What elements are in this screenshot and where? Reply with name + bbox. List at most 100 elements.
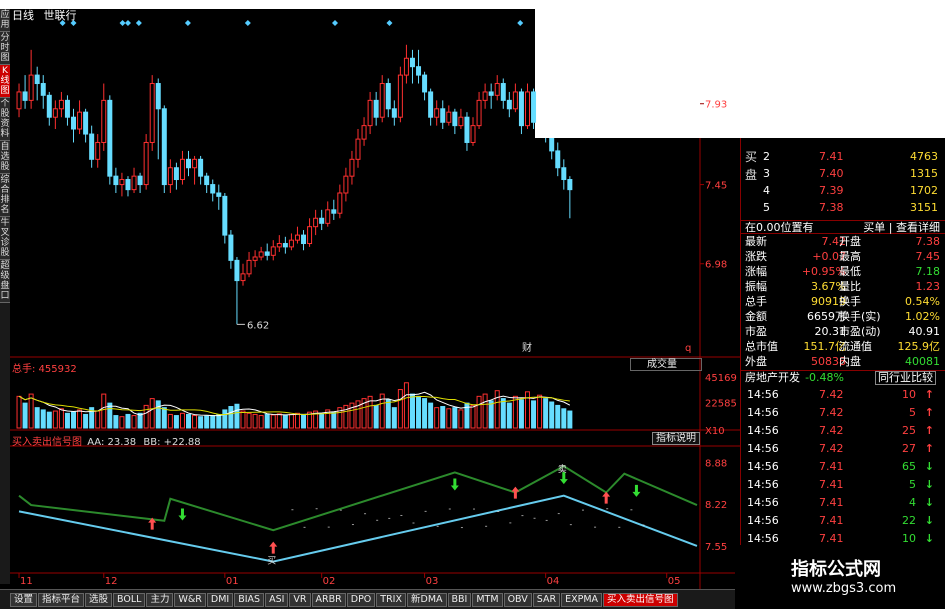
- indicator-help-button[interactable]: 指标说明: [652, 432, 700, 445]
- signal-dot: [291, 509, 294, 511]
- volume-bar: [149, 398, 155, 429]
- left-tab-3[interactable]: 个股资料: [0, 98, 10, 141]
- volume-bar: [422, 398, 428, 429]
- candle: [452, 108, 458, 135]
- volume-bar: [294, 412, 300, 429]
- tick-price: 7.42: [819, 424, 844, 437]
- bottom-tab-9[interactable]: VR: [289, 592, 311, 607]
- signal-dot: [351, 524, 354, 526]
- bottom-tab-4[interactable]: 主力: [146, 592, 174, 607]
- quote-label: 涨跌: [745, 250, 767, 263]
- bottom-tab-8[interactable]: ASI: [265, 592, 289, 607]
- candle: [22, 75, 28, 109]
- watermark: 指标公式网 www.zbgs3.com: [735, 545, 945, 609]
- volume-bar: [28, 393, 34, 429]
- volume-bar: [216, 413, 222, 429]
- candle: [458, 108, 464, 129]
- left-tab-4[interactable]: 自选股: [0, 141, 10, 174]
- volume-bar: [512, 395, 518, 429]
- candle: [428, 88, 434, 126]
- volume-bar: [518, 399, 524, 429]
- candle: [506, 91, 512, 118]
- volume-bar: [331, 411, 337, 429]
- bottom-tab-17[interactable]: SAR: [532, 592, 561, 607]
- date-tick-label: 02: [323, 576, 336, 587]
- tick-volume: 5: [909, 478, 916, 491]
- sell-arrow-icon: [632, 484, 641, 497]
- volume-dropdown[interactable]: 成交量: [630, 358, 702, 371]
- candle: [440, 100, 446, 129]
- left-tab-7[interactable]: 超级盘口: [0, 260, 10, 303]
- industry-compare-button[interactable]: 同行业比较: [875, 371, 936, 385]
- tick-volume: 5: [909, 406, 916, 419]
- bottom-tab-2[interactable]: 选股: [85, 592, 113, 607]
- position-link[interactable]: 买单 | 查看详细: [863, 221, 940, 235]
- bottom-tab-13[interactable]: 新DMA: [407, 592, 447, 607]
- candle: [373, 91, 379, 126]
- volume-bar: [46, 411, 52, 429]
- candle: [482, 83, 488, 109]
- tick-volume: 4: [909, 496, 916, 509]
- volume-bar: [543, 398, 549, 429]
- bottom-tab-3[interactable]: BOLL: [113, 592, 146, 607]
- quote-row: 外盘 50838 内盘 40081: [741, 355, 945, 369]
- bottom-tab-15[interactable]: MTM: [472, 592, 503, 607]
- bottom-tab-16[interactable]: OBV: [503, 592, 532, 607]
- candle: [464, 112, 470, 151]
- left-tab-5[interactable]: 综合排名: [0, 174, 10, 217]
- bottom-tab-5[interactable]: W&R: [174, 592, 206, 607]
- order-level: 3: [763, 167, 770, 180]
- tick-row: 14:56 7.42 27 ↑: [741, 442, 945, 456]
- candle: [234, 257, 240, 325]
- left-tab-6[interactable]: 牛叉诊股: [0, 217, 10, 260]
- candle: [64, 95, 70, 126]
- candle: [125, 176, 131, 197]
- bottom-tab-12[interactable]: TRIX: [376, 592, 406, 607]
- bottom-tab-1[interactable]: 指标平台: [38, 592, 85, 607]
- signal-diamond-icon: [517, 20, 524, 26]
- bottom-tab-18[interactable]: EXPMA: [561, 592, 603, 607]
- bottom-tab-19[interactable]: 买入卖出信号图: [603, 592, 678, 607]
- candle: [149, 75, 155, 151]
- left-tab-2[interactable]: K线图: [0, 65, 10, 98]
- quote-label: 振幅: [745, 280, 767, 293]
- tick-volume: 65: [902, 460, 916, 473]
- candle: [258, 246, 264, 261]
- sell-signal-label: 卖: [558, 464, 567, 475]
- volume-total-label: 总手: 455932: [12, 364, 77, 375]
- bottom-tab-10[interactable]: ARBR: [311, 592, 346, 607]
- volume-bar: [246, 412, 252, 429]
- left-tab-1[interactable]: 分时图: [0, 32, 10, 65]
- bottom-tab-11[interactable]: DPO: [346, 592, 376, 607]
- bottom-tab-7[interactable]: BIAS: [234, 592, 265, 607]
- industry-row: 房地产开发 -0.48% 同行业比较: [741, 370, 945, 385]
- candle: [113, 167, 119, 193]
- volume-bar: [276, 413, 282, 429]
- tick-row: 14:56 7.42 25 ↑: [741, 424, 945, 438]
- candle: [301, 230, 307, 251]
- indicator-tick-label: 8.88: [705, 458, 727, 469]
- arrow-down-icon: ↓: [924, 460, 934, 473]
- volume-bar: [301, 414, 307, 429]
- volume-bar: [131, 415, 137, 429]
- bottom-tab-0[interactable]: 设置: [10, 592, 38, 607]
- quote-value: 7.38: [915, 235, 941, 248]
- indicator-bb: BB: +22.88: [143, 437, 201, 448]
- indicator-title: 买入卖出信号图: [12, 437, 82, 448]
- candle: [161, 105, 167, 193]
- candle: [403, 44, 409, 84]
- quote-value: 125.9亿: [897, 340, 941, 353]
- left-tab-0[interactable]: 应用: [0, 9, 10, 32]
- volume-bar: [228, 406, 234, 429]
- volume-bar: [234, 403, 240, 429]
- signal-dot: [327, 526, 330, 528]
- volume-bar: [143, 404, 149, 429]
- tick-time: 14:56: [747, 496, 779, 509]
- candle: [294, 226, 300, 244]
- signal-dot: [545, 519, 548, 521]
- quote-row: 涨幅 +0.95% 最低 7.18: [741, 265, 945, 279]
- bottom-tab-6[interactable]: DMI: [206, 592, 234, 607]
- volume-bar: [198, 416, 204, 429]
- volume-bar: [40, 409, 46, 429]
- bottom-tab-14[interactable]: BBI: [447, 592, 472, 607]
